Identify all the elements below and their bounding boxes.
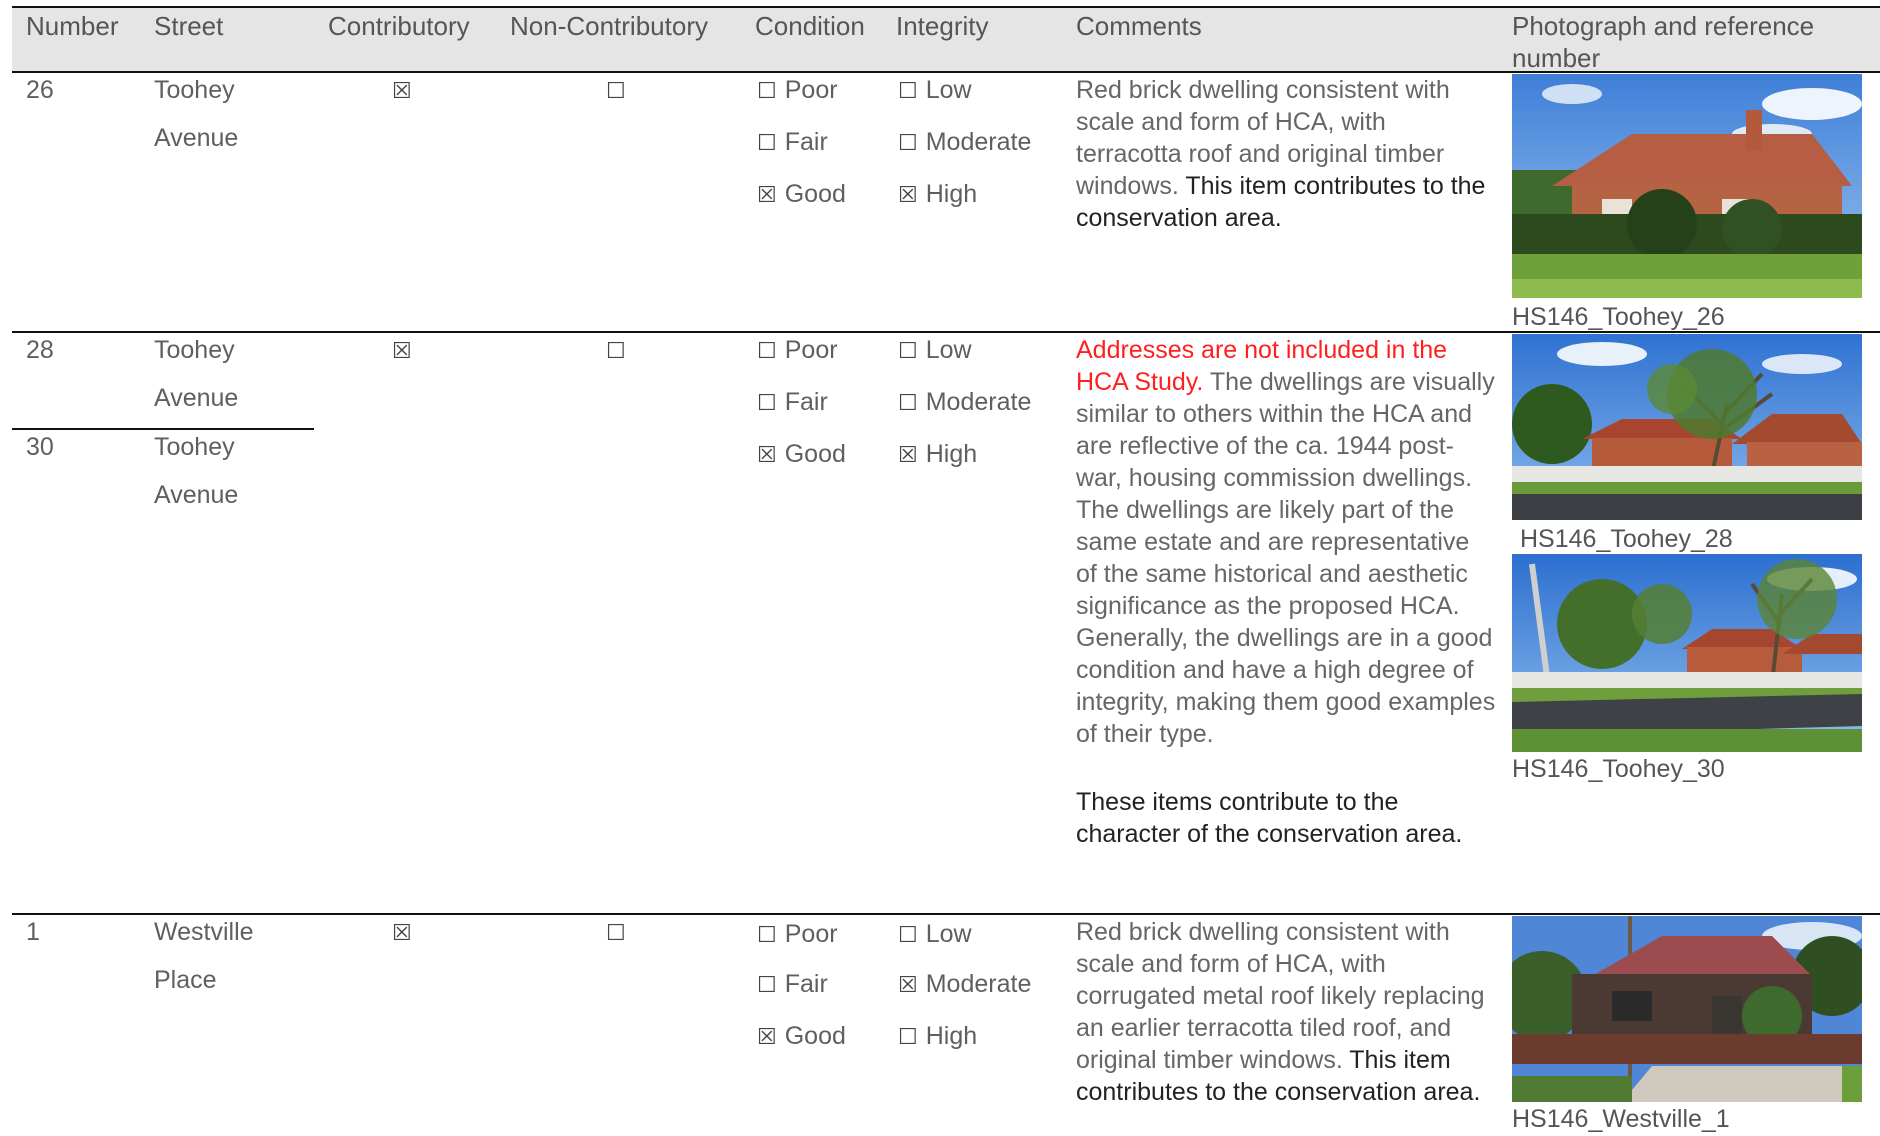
condition-fair-option[interactable]: ☐ Fair	[757, 386, 828, 420]
condition-poor-option[interactable]: ☐ Poor	[757, 334, 838, 368]
table-top-rule	[12, 6, 1880, 8]
non-contributory-checkbox[interactable]: ☐	[606, 74, 634, 108]
photo-caption-b: HS146_Toohey_30	[1512, 755, 1725, 783]
photo-caption: HS146_Toohey_26	[1512, 303, 1725, 331]
street-line1: Westville	[154, 918, 254, 946]
photo-caption: HS146_Toohey_28	[1520, 525, 1733, 553]
row-number: 28	[26, 336, 54, 364]
row-rule	[12, 913, 1880, 915]
integrity-high-option[interactable]: ☒ High	[898, 178, 977, 212]
sub-row-rule	[12, 428, 314, 430]
street-b-line2: Avenue	[154, 481, 239, 509]
street-line1: Toohey	[154, 336, 235, 364]
condition-good-option[interactable]: ☒ Good	[757, 1020, 846, 1054]
street-line1: Toohey	[154, 76, 235, 104]
non-contributory-checkbox[interactable]: ☐	[606, 334, 634, 368]
condition-fair-option[interactable]: ☐ Fair	[757, 968, 828, 1002]
contributory-checkbox[interactable]: ☒	[392, 334, 420, 368]
row-number-b: 30	[26, 433, 54, 461]
photo-toohey-26	[1512, 74, 1862, 298]
street-line2: Place	[154, 966, 217, 994]
row-number: 1	[26, 918, 40, 946]
condition-good-option[interactable]: ☒ Good	[757, 178, 846, 212]
integrity-low-option[interactable]: ☐ Low	[898, 74, 972, 108]
photo-westville-1	[1512, 916, 1862, 1102]
photo-toohey-28	[1512, 334, 1862, 520]
street-b-line1: Toohey	[154, 433, 235, 461]
condition-poor-option[interactable]: ☐ Poor	[757, 918, 838, 952]
comment: Red brick dwelling consistent with scale…	[1076, 916, 1491, 1108]
row-rule	[12, 331, 1880, 333]
header-contributory: Contributory	[328, 11, 470, 41]
street-line2: Avenue	[154, 384, 239, 412]
condition-good-option[interactable]: ☒ Good	[757, 438, 846, 472]
header-street: Street	[154, 11, 224, 41]
header-integrity: Integrity	[896, 11, 989, 41]
header-photo: Photograph and reference number	[1512, 11, 1815, 73]
header-condition: Condition	[755, 11, 865, 41]
comment-emphasis: These items contribute to the character …	[1076, 788, 1463, 848]
photo-caption: HS146_Westville_1	[1512, 1105, 1730, 1133]
integrity-high-option[interactable]: ☐ High	[898, 1020, 977, 1054]
comment: Addresses are not included in the HCA St…	[1076, 334, 1496, 850]
header-non-contributory: Non-Contributory	[510, 11, 708, 41]
row-number: 26	[26, 76, 54, 104]
integrity-low-option[interactable]: ☐ Low	[898, 334, 972, 368]
integrity-high-option[interactable]: ☒ High	[898, 438, 977, 472]
contributory-checkbox[interactable]: ☒	[392, 916, 420, 950]
comment-text: The dwellings are visually similar to ot…	[1076, 368, 1496, 748]
integrity-moderate-option[interactable]: ☒ Moderate	[898, 968, 1031, 1002]
condition-poor-option[interactable]: ☐ Poor	[757, 74, 838, 108]
header-comments: Comments	[1076, 11, 1202, 41]
integrity-moderate-option[interactable]: ☐ Moderate	[898, 386, 1031, 420]
condition-fair-option[interactable]: ☐ Fair	[757, 126, 828, 160]
street-line2: Avenue	[154, 124, 239, 152]
integrity-moderate-option[interactable]: ☐ Moderate	[898, 126, 1031, 160]
photo-toohey-30	[1512, 554, 1862, 752]
header-number: Number	[26, 11, 119, 41]
integrity-low-option[interactable]: ☐ Low	[898, 918, 972, 952]
comment: Red brick dwelling consistent with scale…	[1076, 74, 1491, 234]
non-contributory-checkbox[interactable]: ☐	[606, 916, 634, 950]
contributory-checkbox[interactable]: ☒	[392, 74, 420, 108]
